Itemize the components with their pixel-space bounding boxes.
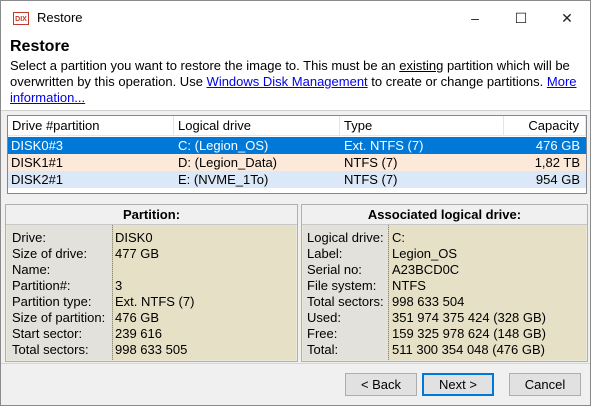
cell-capacity: 954 GB [535, 172, 580, 187]
minimize-icon[interactable]: – [452, 1, 498, 36]
value-start-sector: 239 616 [115, 326, 162, 341]
partition-details: Drive: Size of drive: Name: Partition#: … [7, 225, 296, 360]
cell-drive: DISK2#1 [11, 172, 64, 187]
label-total-sectors: Total sectors: [307, 294, 384, 309]
cell-logical: E: (NVME_1To) [178, 172, 269, 187]
value-partition-number: 3 [115, 278, 123, 293]
column-separator [388, 225, 389, 360]
label-size-of-partition: Size of partition: [12, 310, 106, 325]
cancel-button[interactable]: Cancel [509, 373, 581, 396]
footer-divider [1, 363, 590, 364]
label-used: Used: [307, 310, 341, 325]
restore-window: DIX Restore – ☐ ✕ Restore Select a parti… [0, 0, 591, 406]
label-name: Name: [12, 262, 51, 277]
list-header: Drive #partition Logical drive Type Capa… [8, 116, 586, 136]
disk-management-link[interactable]: Windows Disk Management [207, 74, 368, 89]
value-serial-no: A23BCD0C [392, 262, 460, 277]
header-area: Restore Select a partition you want to r… [1, 36, 590, 111]
desc-existing: existing [399, 58, 444, 73]
cell-logical: C: (Legion_OS) [178, 138, 269, 153]
maximize-icon[interactable]: ☐ [498, 1, 544, 36]
logical-drive-panel-title: Associated logical drive: [302, 205, 587, 225]
label-file-system: File system: [307, 278, 377, 293]
value-used: 351 974 375 424 (328 GB) [392, 310, 546, 325]
table-row[interactable]: DISK0#3 C: (Legion_OS) Ext. NTFS (7) 476… [8, 137, 586, 154]
app-icon: DIX [13, 12, 29, 25]
desc-text-1: Select a partition you want to restore t… [10, 58, 400, 73]
desc-text-3: to create or change partitions. [367, 74, 547, 89]
title-bar: DIX Restore – ☐ ✕ [1, 1, 590, 36]
label-serial-no: Serial no: [307, 262, 362, 277]
partition-panel: Partition: Drive: Size of drive: Name: P… [5, 204, 298, 362]
value-drive: DISK0 [115, 230, 153, 245]
label-total-sectors: Total sectors: [12, 342, 89, 357]
value-size-of-drive: 477 GB [115, 246, 160, 261]
next-button[interactable]: Next > [422, 373, 494, 396]
back-button[interactable]: < Back [345, 373, 417, 396]
value-logical-drive: C: [392, 230, 405, 245]
value-total-sectors: 998 633 505 [115, 342, 188, 357]
partition-panel-title: Partition: [6, 205, 297, 225]
cell-drive: DISK1#1 [11, 155, 64, 170]
cell-capacity: 1,82 TB [534, 155, 580, 170]
value-free: 159 325 978 624 (148 GB) [392, 326, 546, 341]
value-total: 511 300 354 048 (476 GB) [392, 342, 545, 357]
column-header-drive[interactable]: Drive #partition [8, 116, 174, 135]
table-row[interactable]: DISK2#1 E: (NVME_1To) NTFS (7) 954 GB [8, 171, 586, 188]
label-total: Total: [307, 342, 339, 357]
label-partition-type: Partition type: [12, 294, 92, 309]
label-logical-drive: Logical drive: [307, 230, 384, 245]
cell-logical: D: (Legion_Data) [178, 155, 277, 170]
column-header-capacity[interactable]: Capacity [504, 116, 586, 135]
cell-type: NTFS (7) [344, 155, 398, 170]
label-label: Label: [307, 246, 343, 261]
label-partition-number: Partition#: [12, 278, 71, 293]
column-header-logical-drive[interactable]: Logical drive [174, 116, 340, 135]
logical-drive-details: Logical drive: Label: Serial no: File sy… [303, 225, 586, 360]
label-free: Free: [307, 326, 338, 341]
cell-type: NTFS (7) [344, 172, 398, 187]
value-file-system: NTFS [392, 278, 426, 293]
logical-drive-panel: Associated logical drive: Logical drive:… [301, 204, 588, 362]
value-label: Legion_OS [392, 246, 458, 261]
value-partition-type: Ext. NTFS (7) [115, 294, 195, 309]
header-description: Select a partition you want to restore t… [10, 58, 582, 106]
column-separator [112, 225, 113, 360]
page-title: Restore [10, 38, 70, 55]
cell-type: Ext. NTFS (7) [344, 138, 424, 153]
table-row[interactable]: DISK1#1 D: (Legion_Data) NTFS (7) 1,82 T… [8, 154, 586, 171]
partition-list[interactable]: Drive #partition Logical drive Type Capa… [7, 115, 587, 194]
cell-drive: DISK0#3 [11, 138, 64, 153]
column-header-type[interactable]: Type [340, 116, 504, 135]
cell-capacity: 476 GB [535, 138, 580, 153]
label-start-sector: Start sector: [12, 326, 83, 341]
label-size-of-drive: Size of drive: [12, 246, 88, 261]
window-title: Restore [37, 10, 83, 25]
label-drive: Drive: [12, 230, 46, 245]
value-total-sectors: 998 633 504 [392, 294, 465, 309]
close-icon[interactable]: ✕ [544, 1, 590, 36]
value-size-of-partition: 476 GB [115, 310, 160, 325]
